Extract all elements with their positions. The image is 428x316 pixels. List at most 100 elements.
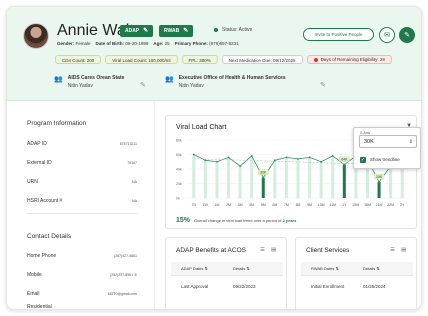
table-header: RWAB Dates ⇅ Details ⇅	[301, 262, 413, 276]
table-row[interactable]: Last Approval 09/22/2023	[171, 284, 256, 289]
document-icon[interactable]: ▤	[401, 247, 406, 253]
table-row[interactable]: Initial Enrollment 01/25/2024	[301, 284, 386, 289]
table-header: ADAP Dates ⇅ Details ⇅	[171, 262, 283, 276]
chart-bar	[284, 157, 288, 198]
chart-bar	[192, 154, 196, 198]
column-header[interactable]: RWAB Dates ⇅	[311, 266, 363, 271]
chart-bar	[331, 155, 335, 198]
phone-value: (878)657-8231	[209, 41, 239, 46]
x-tick-label: 8M	[296, 203, 301, 207]
data-point	[204, 159, 207, 162]
data-label: 30K	[376, 175, 383, 179]
x-tick-label: 7D	[192, 203, 197, 207]
program-row: ADAP ID 878713211	[27, 141, 137, 147]
x-tick-label: 15M	[352, 203, 359, 207]
row-label: External ID	[27, 160, 52, 166]
column-header[interactable]: ADAP Dates ⇅	[181, 266, 233, 271]
row-label: URN	[27, 179, 38, 185]
data-point	[273, 159, 276, 162]
x-tick-label: 22M	[387, 203, 394, 207]
status-dot-icon	[214, 28, 218, 32]
summary-period: 2 years	[282, 218, 297, 223]
case-manager-contact: 👥 AIDS Cares Orean State Nitin Yadav	[54, 75, 124, 89]
data-point	[216, 160, 218, 163]
row-value: 68770@gmail.com	[107, 292, 137, 296]
table-cell: Initial Enrollment	[311, 284, 345, 289]
xaxis-select[interactable]: 30K ⇕	[359, 135, 417, 148]
meta-label: Gender:	[57, 41, 75, 46]
table-cell: 01/25/2024	[363, 284, 386, 289]
card-title: ADAP Benefits at ACOS	[176, 247, 246, 254]
edit-contact-1[interactable]: ✎	[140, 81, 146, 89]
chart-bar	[389, 166, 393, 198]
data-point	[285, 156, 288, 159]
fpl-pill: FPL: 300%	[181, 55, 218, 64]
health-metrics: CD4 Count: 200 Viral Load Count: 100,000…	[55, 55, 392, 64]
client-profile-page: Annie Walter ADAP ✎ RWAB ✎ Status: Activ…	[6, 6, 422, 310]
filter-list-icon[interactable]: ☰	[260, 247, 265, 253]
people-icon: 👥	[54, 76, 63, 83]
card-title: Client Services	[306, 247, 350, 254]
age-value: 25	[164, 41, 170, 46]
column-header[interactable]: Details ⇅	[233, 266, 250, 271]
meta-label: Primary Phone:	[174, 41, 208, 46]
y-tick-label: 40k	[176, 168, 182, 172]
adap-badge[interactable]: ADAP ✎	[120, 25, 154, 37]
x-tick-label: 21M	[376, 203, 383, 207]
x-tick-label: 1Y	[342, 203, 347, 207]
cd4-count-pill: CD4 Count: 200	[55, 55, 102, 64]
row-label: Email	[27, 291, 40, 297]
program-info-title: Program Information	[27, 120, 87, 127]
data-point	[250, 155, 253, 157]
trendline-label: Show trendline	[370, 157, 400, 162]
people-icon: 👥	[165, 76, 174, 83]
x-tick-label: 9M	[307, 203, 312, 207]
contact-person: Nitin Yadav	[67, 83, 93, 89]
contact-row: Residential	[27, 304, 137, 309]
phone-icon[interactable]: ✆	[134, 273, 137, 277]
data-point	[320, 160, 323, 163]
edit-contact-2[interactable]: ✎	[320, 81, 326, 89]
x-tick-label: 1M	[215, 203, 220, 207]
profile-header: Annie Walter ADAP ✎ RWAB ✎ Status: Activ…	[7, 7, 421, 101]
contact-details-title: Contact Details	[27, 233, 72, 240]
column-header[interactable]: Details ⇅	[363, 266, 380, 271]
invite-button[interactable]: Invite to Positive People	[303, 28, 374, 41]
y-tick-label: 20k	[176, 182, 182, 186]
contact-row: Mobile (252)257-8981 ✆	[27, 272, 137, 278]
chat-icon[interactable]: ✉	[379, 27, 395, 43]
data-point	[297, 157, 299, 160]
pencil-icon: ✎	[140, 82, 146, 89]
row-value: 78167	[127, 161, 137, 165]
y-tick-label: 0k	[176, 197, 180, 201]
left-sidebar: Program Information ADAP ID 878713211 Ex…	[7, 101, 155, 309]
program-row: HSRI Account # NA	[27, 198, 137, 204]
x-tick-label: 3M	[238, 203, 243, 207]
summary-percent: 15%	[176, 217, 191, 224]
x-tick-label: 1W	[203, 203, 209, 207]
chart-bar	[227, 157, 231, 198]
chart-bar	[250, 155, 254, 198]
badge-label: RWAB	[164, 28, 180, 34]
filter-list-icon[interactable]: ☰	[390, 247, 395, 253]
row-label: Mobile	[27, 272, 42, 278]
profile-meta: Gender: Female Date of Birth: 06-20-1999…	[57, 41, 239, 46]
contact-row: Home Phone (267)427-4861	[27, 253, 137, 259]
chart-bar	[261, 177, 265, 198]
rwab-badge[interactable]: RWAB ✎	[159, 25, 194, 37]
pencil-icon: ✎	[320, 82, 326, 89]
chart-bar	[377, 182, 381, 198]
chart-bar	[308, 157, 312, 198]
document-icon[interactable]: ▤	[271, 247, 276, 253]
dob-value: 06-20-1999	[125, 41, 149, 46]
trendline-checkbox[interactable]: ✓	[360, 157, 366, 163]
program-row: URN NA	[27, 179, 137, 185]
table-cell: Last Approval	[181, 284, 209, 289]
y-tick-label: 80k	[176, 139, 182, 143]
chart-bar	[319, 161, 323, 198]
chevron-updown-icon: ⇕	[408, 139, 413, 145]
edit-profile-icon[interactable]: ✎	[399, 27, 415, 43]
data-point	[227, 156, 230, 159]
row-value: 878713211	[119, 142, 137, 146]
status-text: Status: Active	[222, 27, 253, 33]
